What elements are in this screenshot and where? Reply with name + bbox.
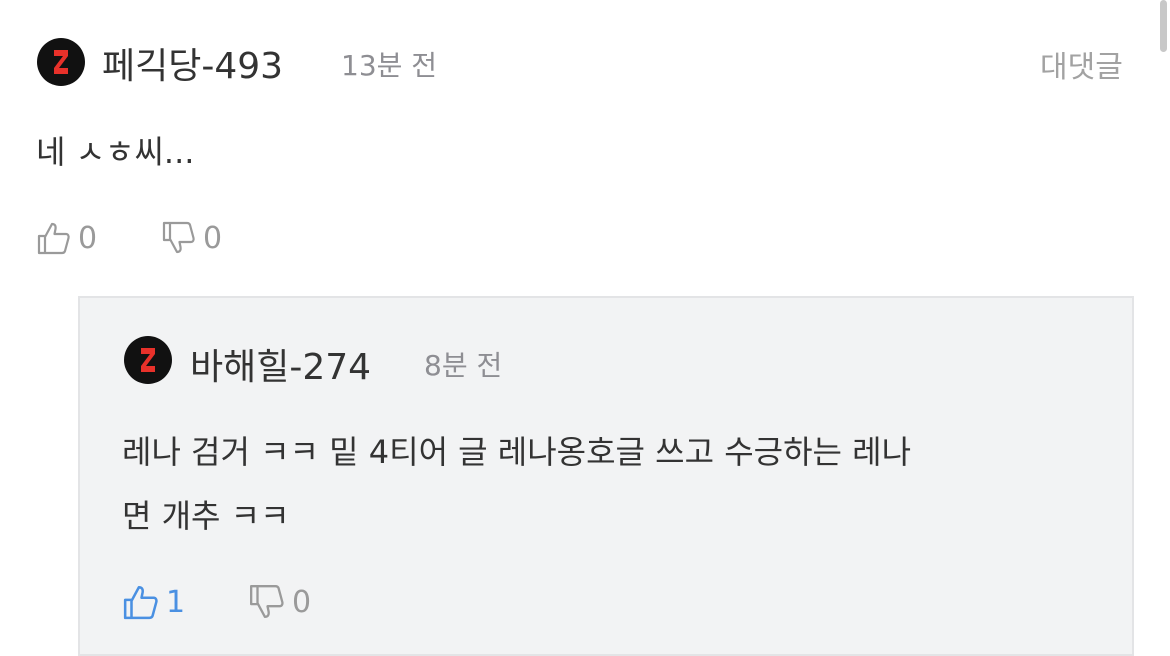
thumbs-up-icon — [37, 222, 70, 255]
thumbs-down-icon — [162, 221, 195, 254]
reply-text-line-1: 레나 검거 ㅋㅋ 밑 4티어 글 레나옹호글 쓰고 수긍하는 레나 — [122, 433, 912, 471]
timestamp: 13분 전 — [341, 49, 438, 82]
thumbs-up-icon — [123, 585, 158, 620]
user-logo-icon — [54, 50, 68, 74]
like-count: 0 — [78, 220, 98, 256]
dislike-count: 0 — [292, 584, 312, 620]
username[interactable]: 페긱당-493 — [102, 37, 283, 89]
comment-text: 네 ㅅㅎ씨... — [36, 133, 195, 171]
like-button[interactable]: 0 — [36, 220, 97, 256]
avatar[interactable] — [124, 336, 172, 384]
like-count: 1 — [166, 584, 186, 620]
dislike-button[interactable]: 0 — [161, 220, 222, 256]
dislike-button[interactable]: 0 — [248, 583, 311, 621]
reply-button[interactable]: 대댓글 — [1040, 42, 1123, 86]
avatar[interactable] — [37, 38, 85, 86]
reply-text-line-2: 면 개추 ㅋㅋ — [122, 497, 290, 535]
timestamp: 8분 전 — [424, 349, 503, 382]
dislike-count: 0 — [203, 220, 223, 256]
thumbs-down-icon — [250, 585, 284, 618]
scrollbar[interactable] — [1160, 0, 1167, 52]
like-button[interactable]: 1 — [122, 583, 185, 621]
user-logo-icon — [141, 348, 155, 372]
reply-container: 바해힐-274 8분 전 레나 검거 ㅋㅋ 밑 4티어 글 레나옹호글 쓰고 수… — [78, 296, 1134, 656]
username[interactable]: 바해힐-274 — [190, 338, 371, 390]
